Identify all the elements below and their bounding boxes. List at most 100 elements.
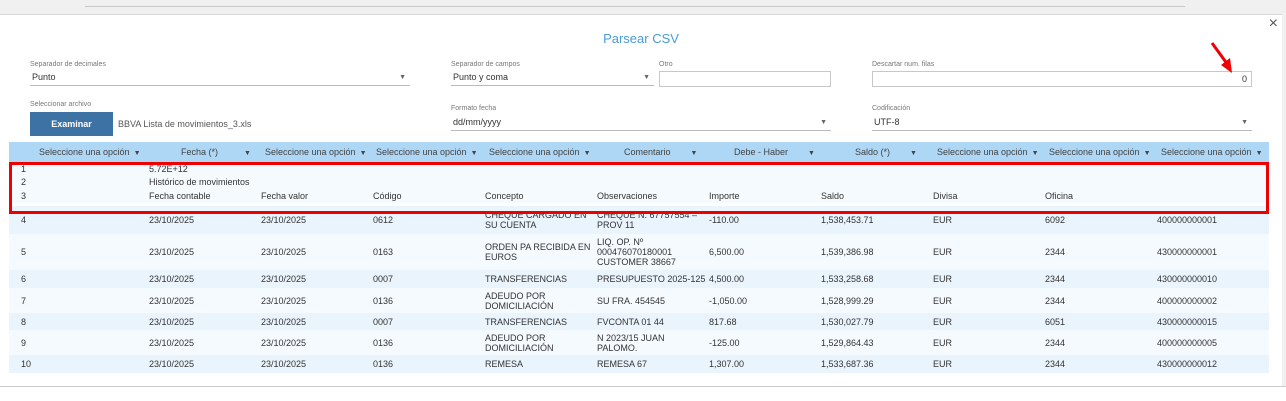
encoding-select[interactable]: UTF-8 ▼: [872, 116, 1252, 131]
table-cell: N 2023/15 JUAN PALOMO.: [597, 332, 665, 353]
table-cell: 5.72E+12: [149, 164, 188, 174]
column-select[interactable]: Seleccione una opción ▼: [39, 142, 141, 162]
table-cell: 23/10/2025: [149, 215, 195, 225]
table-cell: 23/10/2025: [149, 359, 195, 369]
table-cell: 0612: [373, 215, 394, 225]
table-cell: 1,529,864.43: [821, 337, 874, 348]
row-number: 4: [21, 215, 27, 225]
table-cell: Divisa: [933, 191, 958, 201]
column-select[interactable]: Seleccione una opción ▼: [265, 142, 367, 162]
column-select[interactable]: Comentario ▼: [624, 142, 697, 162]
row-number: 3: [21, 191, 27, 201]
table-row: 6 23/10/2025 23/10/2025 0007 TRANSFERENC…: [9, 270, 1269, 288]
table-cell: 400000000002: [1157, 295, 1218, 306]
decimal-separator-select[interactable]: Punto ▼: [30, 71, 410, 86]
table-cell: 1,307.00: [709, 359, 745, 369]
skip-rows-label: Descartar num. filas: [872, 61, 935, 68]
chevron-down-icon: ▼: [910, 150, 917, 157]
table-cell: 23/10/2025: [261, 359, 307, 369]
column-select[interactable]: Seleccione una opción ▼: [1049, 142, 1151, 162]
table-cell: 2344: [1045, 337, 1066, 348]
field-separator-select[interactable]: Punto y coma ▼: [451, 71, 654, 86]
table-cell: CHEQUE CARGADO EN SU CUENTA: [485, 210, 587, 230]
table-cell: SU FRA. 454545: [597, 295, 666, 306]
column-select-label: Seleccione una opción: [1161, 147, 1252, 157]
column-select-label: Seleccione una opción: [376, 147, 467, 157]
table-row: 4 23/10/2025 23/10/2025 0612 CHEQUE CARG…: [9, 206, 1269, 234]
table-cell: 23/10/2025: [149, 316, 195, 327]
table-cell: 430000000010: [1157, 274, 1218, 284]
column-select-label: Fecha (*): [181, 147, 219, 157]
table-cell: 2344: [1045, 274, 1066, 284]
parse-csv-dialog: × Parsear CSV Separador de decimales Pun…: [0, 14, 1282, 387]
date-format-select[interactable]: dd/mm/yyyy ▼: [451, 116, 831, 131]
table-cell: PRESUPUESTO 2025-125: [597, 274, 706, 284]
table-cell: Concepto: [485, 191, 524, 201]
column-select-label: Comentario: [624, 147, 671, 157]
table-cell: Histórico de movimientos: [149, 177, 250, 187]
column-select[interactable]: Seleccione una opción ▼: [1161, 142, 1263, 162]
table-row: 10 23/10/2025 23/10/2025 0136 REMESA REM…: [9, 355, 1269, 373]
table-cell: Fecha contable: [149, 191, 211, 201]
table-row: 5 23/10/2025 23/10/2025 0163 ORDEN PA RE…: [9, 234, 1269, 270]
column-select[interactable]: Seleccione una opción ▼: [376, 142, 478, 162]
other-input[interactable]: [659, 71, 831, 87]
table-cell: EUR: [933, 337, 953, 348]
chevron-down-icon: ▼: [1031, 150, 1039, 157]
table-cell: 23/10/2025: [149, 295, 195, 306]
row-number: 10: [21, 359, 32, 369]
encoding-value: UTF-8: [874, 117, 900, 127]
table-cell: EUR: [933, 247, 953, 257]
table-cell: CHEQUE N. 67757554 – PROV 11: [597, 210, 698, 230]
column-select-label: Seleccione una opción: [937, 147, 1028, 157]
column-select[interactable]: Saldo (*) ▼: [855, 142, 917, 162]
chevron-down-icon: ▼: [583, 150, 591, 157]
table-cell: 23/10/2025: [149, 337, 195, 348]
column-select[interactable]: Fecha (*) ▼: [181, 142, 251, 162]
table-cell: 0136: [373, 337, 394, 348]
table-cell: LIQ. OP. Nº 000476070180001 CUSTOMER 386…: [597, 237, 676, 267]
table-cell: Importe: [709, 191, 740, 201]
table-row: 2 Histórico de movimientos: [9, 175, 1269, 189]
column-select-label: Debe - Haber: [734, 147, 789, 157]
column-select[interactable]: Debe - Haber ▼: [734, 142, 815, 162]
table-cell: EUR: [933, 316, 953, 327]
column-select[interactable]: Seleccione una opción ▼: [489, 142, 591, 162]
column-select-label: Seleccione una opción: [489, 147, 580, 157]
close-icon[interactable]: ×: [1269, 16, 1278, 32]
row-number: 1: [21, 164, 27, 174]
column-select[interactable]: Seleccione una opción ▼: [937, 142, 1039, 162]
chevron-down-icon: ▼: [1143, 150, 1151, 157]
skip-rows-input[interactable]: 0: [872, 71, 1252, 87]
row-number: 6: [21, 274, 27, 284]
table-cell: 1,533,258.68: [821, 274, 874, 284]
table-cell: 1,528,999.29: [821, 295, 874, 306]
table-cell: 6092: [1045, 215, 1066, 225]
table-cell: Oficina: [1045, 191, 1074, 201]
table-cell: 2344: [1045, 359, 1066, 369]
table-cell: 0007: [373, 274, 394, 284]
table-cell: 23/10/2025: [261, 295, 307, 306]
table-cell: ADEUDO POR DOMICILIACIÓN: [485, 290, 554, 311]
date-format-label: Formato fecha: [451, 105, 497, 112]
chevron-down-icon: ▼: [244, 150, 251, 157]
chevron-down-icon: ▼: [1241, 119, 1248, 126]
encoding-label: Codificación: [872, 105, 911, 112]
column-select-label: Saldo (*): [855, 147, 891, 157]
table-cell: TRANSFERENCIAS: [485, 274, 568, 284]
table-cell: -125.00: [709, 337, 740, 348]
browse-button[interactable]: Examinar: [30, 112, 113, 136]
table-row: 9 23/10/2025 23/10/2025 0136 ADEUDO POR …: [9, 330, 1269, 355]
table-row: 8 23/10/2025 23/10/2025 0007 TRANSFERENC…: [9, 313, 1269, 330]
table-cell: Código: [373, 191, 402, 201]
field-separator-label: Separador de campos: [451, 61, 520, 68]
table-cell: 400000000001: [1157, 215, 1218, 225]
table-cell: 23/10/2025: [149, 274, 195, 284]
table-cell: 1,533,687.36: [821, 359, 874, 369]
table-cell: 400000000005: [1157, 337, 1218, 348]
table-cell: 1,538,453.71: [821, 215, 874, 225]
table-cell: 0136: [373, 359, 394, 369]
table-cell: ADEUDO POR DOMICILIACIÓN: [485, 332, 554, 353]
table-row: 7 23/10/2025 23/10/2025 0136 ADEUDO POR …: [9, 288, 1269, 313]
other-label: Otro: [659, 61, 673, 68]
